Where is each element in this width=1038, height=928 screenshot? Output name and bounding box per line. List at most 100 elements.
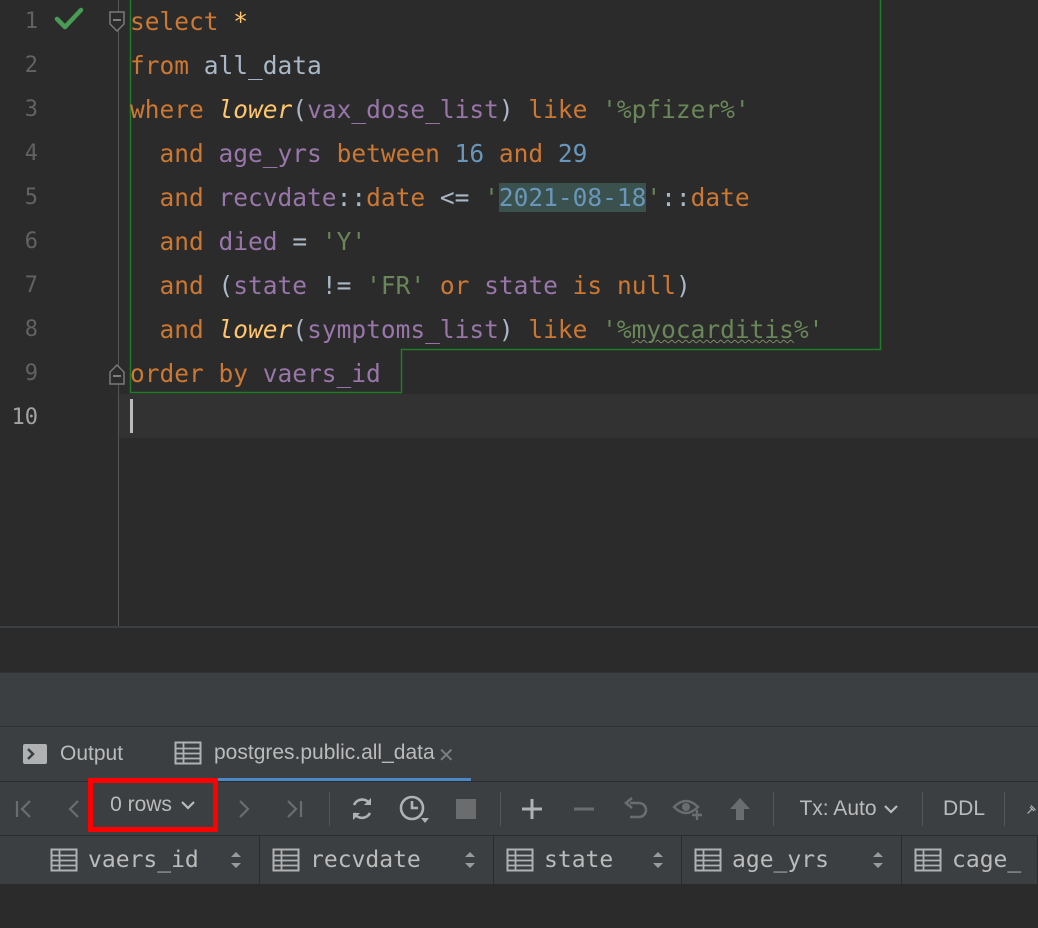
console-icon bbox=[23, 744, 47, 764]
toolbar-separator bbox=[500, 792, 501, 826]
code-line[interactable]: and died = 'Y' bbox=[130, 220, 367, 264]
code-token: :: bbox=[661, 183, 691, 212]
code-token: '%pfizer%' bbox=[602, 95, 750, 124]
column-table-icon bbox=[272, 848, 300, 872]
code-token: 'Y' bbox=[321, 227, 367, 256]
previous-page-icon[interactable] bbox=[58, 782, 90, 836]
code-token: like bbox=[528, 95, 588, 124]
tab-output[interactable]: Output bbox=[22, 727, 123, 781]
column-header-recvdate[interactable]: recvdate bbox=[260, 836, 494, 884]
rows-count-dropdown[interactable]: 0 rows bbox=[88, 778, 218, 832]
sort-icon[interactable] bbox=[463, 850, 477, 875]
column-header-age_yrs[interactable]: age_yrs bbox=[682, 836, 902, 884]
fold-open-icon[interactable] bbox=[108, 10, 126, 36]
line-number: 9 bbox=[24, 361, 38, 386]
add-row-icon[interactable] bbox=[514, 782, 550, 836]
code-token: vaers_id bbox=[262, 359, 381, 388]
chevron-down-icon bbox=[883, 805, 898, 814]
code-token: died bbox=[218, 227, 278, 256]
ddl-label: DDL bbox=[942, 797, 985, 820]
code-line[interactable]: from all_data bbox=[130, 44, 322, 88]
text-caret bbox=[130, 399, 133, 433]
ddl-button[interactable]: DDL bbox=[934, 782, 994, 836]
pin-icon[interactable] bbox=[1014, 782, 1038, 836]
sort-icon[interactable] bbox=[871, 850, 885, 875]
code-token: or bbox=[439, 271, 470, 300]
code-token: ' bbox=[646, 183, 662, 212]
transaction-mode-dropdown[interactable]: Tx: Auto bbox=[788, 782, 910, 836]
revert-icon[interactable] bbox=[618, 782, 654, 836]
code-token: 29 bbox=[557, 139, 588, 168]
code-line[interactable]: and recvdate::date <= '2021-08-18'::date bbox=[130, 176, 750, 220]
code-token: between bbox=[336, 139, 440, 168]
code-line[interactable]: where lower(vax_dose_list) like '%pfizer… bbox=[130, 88, 750, 132]
line-number: 7 bbox=[24, 273, 38, 298]
code-token: and bbox=[498, 139, 544, 168]
sort-icon[interactable] bbox=[651, 850, 665, 875]
code-token: ) bbox=[675, 271, 691, 300]
code-line[interactable]: and lower(symptoms_list) like '%myocardi… bbox=[130, 308, 824, 352]
tab-result-all-data[interactable]: postgres.public.all_data ✕ bbox=[174, 727, 471, 781]
editor-gutter: 1 2 3 4 5 6 7 8 9 10 bbox=[0, 0, 125, 626]
code-token: state bbox=[484, 271, 558, 300]
delete-row-icon[interactable] bbox=[566, 782, 602, 836]
line-number: 3 bbox=[24, 97, 38, 122]
code-token: ( bbox=[292, 315, 308, 344]
tab-result-label: postgres.public.all_data bbox=[214, 740, 435, 764]
column-header-cage[interactable]: cage_ bbox=[902, 836, 1038, 884]
column-name: recvdate bbox=[310, 847, 421, 873]
code-line[interactable]: and (state != 'FR' or state is null) bbox=[130, 264, 691, 308]
code-token: from bbox=[130, 51, 190, 80]
toolbar-separator bbox=[773, 792, 774, 826]
code-token: and bbox=[159, 315, 204, 344]
result-grid-body bbox=[0, 884, 1038, 928]
history-clock-icon[interactable] bbox=[394, 782, 434, 836]
column-header-vaers_id[interactable]: vaers_id bbox=[0, 836, 260, 884]
column-name: age_yrs bbox=[732, 847, 829, 873]
close-icon[interactable]: ✕ bbox=[438, 743, 455, 768]
toolbar-separator bbox=[922, 792, 923, 826]
column-table-icon bbox=[50, 848, 78, 872]
line-number: 1 bbox=[24, 9, 38, 34]
result-toolbar: 0 rows Tx: Auto DDL bbox=[0, 778, 1038, 836]
code-token: 'FR' bbox=[366, 271, 426, 300]
first-page-icon[interactable] bbox=[8, 782, 40, 836]
submit-arrow-up-icon[interactable] bbox=[722, 782, 758, 836]
code-token: order by bbox=[130, 359, 249, 388]
fold-close-icon[interactable] bbox=[108, 360, 126, 386]
column-name: cage_ bbox=[952, 847, 1022, 873]
column-header-state[interactable]: state bbox=[494, 836, 682, 884]
code-token: is bbox=[572, 271, 603, 300]
code-line[interactable]: and age_yrs between 16 and 29 bbox=[130, 132, 588, 176]
code-token: 2021-08-18 bbox=[498, 183, 647, 212]
sql-editor[interactable]: 1 2 3 4 5 6 7 8 9 10 select * from all_da… bbox=[0, 0, 1038, 626]
preview-changes-icon[interactable] bbox=[670, 782, 706, 836]
table-icon bbox=[174, 741, 202, 764]
transaction-mode-label: Tx: Auto bbox=[799, 797, 877, 820]
line-number: 5 bbox=[24, 185, 38, 210]
code-token: vax_dose_list bbox=[307, 95, 499, 124]
code-token: myocarditis bbox=[631, 315, 794, 344]
column-name: state bbox=[544, 847, 614, 873]
services-tabs: Output postgres.public.all_data ✕ bbox=[0, 726, 1038, 781]
code-token: ) bbox=[498, 315, 529, 344]
code-line[interactable]: order by vaers_id bbox=[130, 352, 381, 396]
code-token: %' bbox=[793, 315, 824, 344]
code-line[interactable]: select * bbox=[130, 0, 248, 44]
refresh-icon[interactable] bbox=[344, 782, 380, 836]
sort-icon[interactable] bbox=[229, 850, 243, 875]
last-page-icon[interactable] bbox=[278, 782, 310, 836]
check-icon bbox=[54, 7, 84, 30]
next-page-icon[interactable] bbox=[228, 782, 260, 836]
stop-icon[interactable] bbox=[448, 782, 484, 836]
